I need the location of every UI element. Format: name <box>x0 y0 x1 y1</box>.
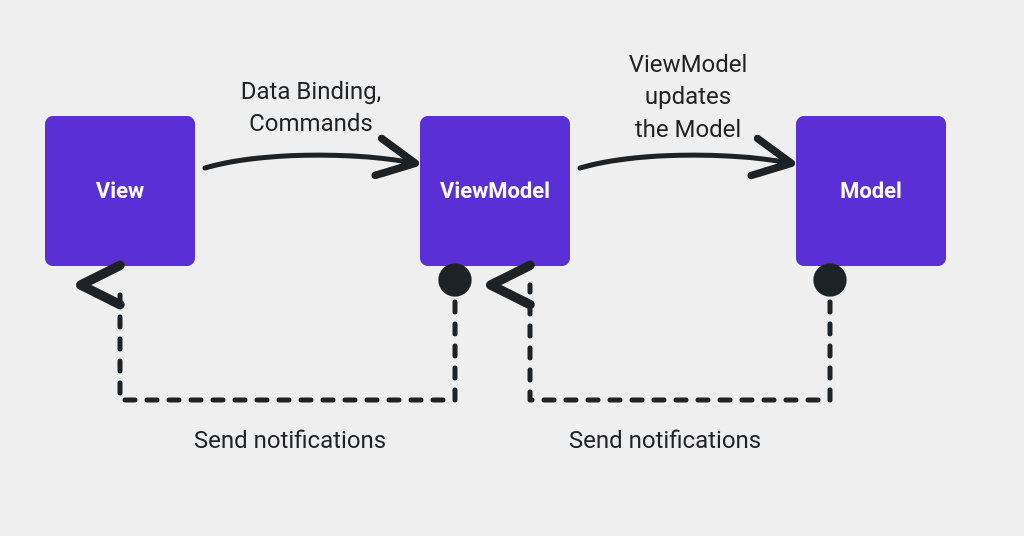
feedback-viewmodel-to-view <box>120 280 455 400</box>
connectors <box>0 0 1024 536</box>
label-send-notifications-left: Send notifications <box>170 424 410 456</box>
label-data-binding: Data Binding, Commands <box>216 75 406 140</box>
box-model-label: Model <box>840 179 902 204</box>
box-view-label: View <box>96 179 144 204</box>
box-model: Model <box>796 116 946 266</box>
box-viewmodel-label: ViewModel <box>440 179 550 204</box>
label-send-notifications-right: Send notifications <box>545 424 785 456</box>
arrow-view-to-viewmodel <box>205 155 408 168</box>
arrow-viewmodel-to-model <box>580 155 784 168</box>
label-viewmodel-updates: ViewModel updates the Model <box>588 48 788 145</box>
box-viewmodel: ViewModel <box>420 116 570 266</box>
box-view: View <box>45 116 195 266</box>
feedback-model-to-viewmodel <box>530 280 830 400</box>
